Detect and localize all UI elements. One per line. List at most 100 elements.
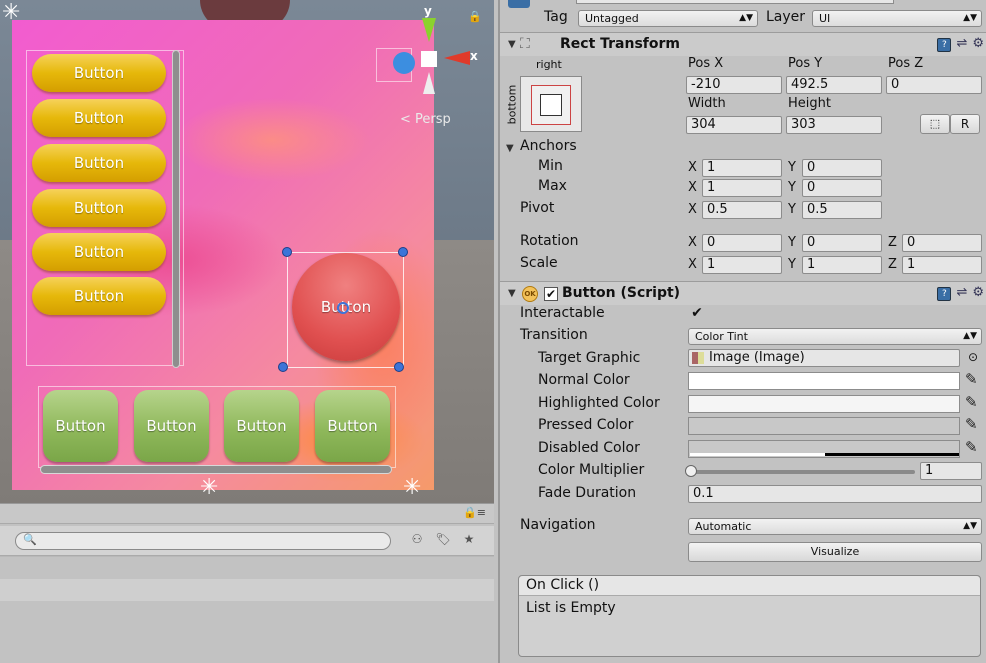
pivot-x-axis-label: X: [688, 202, 697, 217]
transition-dropdown[interactable]: Color Tint ▲▼: [688, 328, 982, 345]
eyedropper-icon[interactable]: ✎: [965, 438, 978, 456]
color-multiplier-slider[interactable]: [685, 465, 915, 477]
pos-x-field[interactable]: -210: [686, 76, 782, 94]
visualize-button[interactable]: Visualize: [688, 542, 982, 562]
gizmo-z-axis-icon[interactable]: [393, 52, 415, 74]
highlighted-color-swatch[interactable]: [688, 395, 960, 413]
fade-duration-field[interactable]: 0.1: [688, 485, 982, 503]
gizmo-x-axis-icon[interactable]: [444, 51, 470, 65]
presets-icon[interactable]: ⇌: [956, 36, 967, 51]
normal-color-swatch[interactable]: [688, 372, 960, 390]
resize-handle-bottom-left[interactable]: [278, 362, 288, 372]
interactable-checkbox[interactable]: ✔: [690, 306, 704, 321]
gameobject-name-field[interactable]: [576, 0, 894, 4]
green-button-3[interactable]: Button: [224, 390, 299, 462]
yellow-button-6[interactable]: Button: [32, 277, 166, 315]
target-graphic-field[interactable]: Image (Image): [688, 349, 960, 367]
rotation-y-field[interactable]: 0: [802, 234, 882, 252]
scene-view[interactable]: Button Button Button Button Button Butto…: [0, 0, 494, 503]
disabled-color-swatch[interactable]: [688, 440, 960, 458]
project-row: [0, 579, 494, 601]
favorite-star-icon[interactable]: ★: [458, 532, 480, 550]
dropdown-arrow-icon: ▲▼: [963, 13, 977, 23]
pivot-y-field[interactable]: 0.5: [802, 201, 882, 219]
resize-handle-bottom-right[interactable]: [394, 362, 404, 372]
navigation-dropdown[interactable]: Automatic ▲▼: [688, 518, 982, 535]
eyedropper-icon[interactable]: ✎: [965, 370, 978, 388]
anchor-preset-v-label: bottom: [505, 84, 519, 125]
horizontal-scrollbar[interactable]: [40, 465, 392, 474]
resize-handle-top-right[interactable]: [398, 247, 408, 257]
eyedropper-icon[interactable]: ✎: [965, 393, 978, 411]
dropdown-arrow-icon: ▲▼: [963, 331, 977, 341]
width-field[interactable]: 304: [686, 116, 782, 134]
height-label: Height: [788, 96, 831, 111]
max-x-field[interactable]: 1: [702, 179, 782, 197]
yellow-button-2[interactable]: Button: [32, 99, 166, 137]
raw-edit-button[interactable]: R: [950, 114, 980, 134]
color-multiplier-field[interactable]: 1: [920, 462, 982, 480]
button-component-icon: OK: [522, 286, 538, 302]
filter-by-type-icon[interactable]: ⚇: [406, 532, 428, 550]
pos-y-field[interactable]: 492.5: [786, 76, 882, 94]
pressed-color-swatch[interactable]: [688, 417, 960, 435]
vertical-scrollbar[interactable]: [172, 50, 180, 368]
pivot-x-field[interactable]: 0.5: [702, 201, 782, 219]
eyedropper-icon[interactable]: ✎: [965, 415, 978, 433]
rect-transform-icon: ⛶: [520, 36, 530, 52]
anchor-presets-button[interactable]: [520, 76, 582, 132]
resize-handle-top-left[interactable]: [282, 247, 292, 257]
yellow-button-4[interactable]: Button: [32, 189, 166, 227]
tag-dropdown[interactable]: Untagged ▲▼: [578, 10, 758, 27]
search-input[interactable]: 🔍: [15, 532, 391, 550]
yellow-button-1[interactable]: Button: [32, 54, 166, 92]
gizmo-center-icon[interactable]: [421, 51, 437, 67]
lock-icon[interactable]: 🔒: [468, 10, 482, 23]
rotation-z-field[interactable]: 0: [902, 234, 982, 252]
gizmo-neg-y-icon[interactable]: [423, 72, 435, 94]
interactable-label: Interactable: [520, 305, 605, 321]
gizmo-y-axis-icon[interactable]: [422, 18, 436, 42]
slider-knob[interactable]: [685, 465, 697, 477]
pivot-handle[interactable]: [337, 302, 349, 314]
object-picker-icon[interactable]: ⊙: [968, 350, 978, 364]
yellow-button-5[interactable]: Button: [32, 233, 166, 271]
green-button-2[interactable]: Button: [134, 390, 209, 462]
gear-icon[interactable]: ⚙: [972, 36, 984, 51]
green-button-4[interactable]: Button: [315, 390, 390, 462]
max-y-field[interactable]: 0: [802, 179, 882, 197]
help-book-icon[interactable]: ?: [937, 287, 952, 301]
filter-by-label-icon[interactable]: 🏷: [432, 532, 454, 550]
gizmo-y-label: y: [424, 4, 432, 18]
highlighted-color-label: Highlighted Color: [538, 395, 660, 411]
min-y-axis-label: Y: [788, 160, 796, 175]
height-field[interactable]: 303: [786, 116, 882, 134]
scale-z-field[interactable]: 1: [902, 256, 982, 274]
gear-icon[interactable]: ⚙: [972, 285, 984, 300]
yellow-button-3[interactable]: Button: [32, 144, 166, 182]
disabled-color-label: Disabled Color: [538, 440, 640, 456]
rect-transform-header[interactable]: ▼ ⛶ Rect Transform ? ⇌ ⚙: [500, 32, 986, 56]
collapse-arrow-icon[interactable]: ▼: [508, 288, 516, 299]
presets-icon[interactable]: ⇌: [956, 285, 967, 300]
scale-x-field[interactable]: 1: [702, 256, 782, 274]
anchors-collapse-arrow-icon[interactable]: ▼: [506, 143, 514, 154]
green-button-1[interactable]: Button: [43, 390, 118, 462]
button-script-header[interactable]: ▼ OK ✔ Button (Script) ? ⇌ ⚙: [500, 281, 986, 305]
pos-z-field[interactable]: 0: [886, 76, 982, 94]
project-body[interactable]: [0, 556, 494, 663]
dropdown-arrow-icon: ▲▼: [963, 521, 977, 531]
scale-y-field[interactable]: 1: [802, 256, 882, 274]
scale-y-axis-label: Y: [788, 257, 796, 272]
persp-label[interactable]: < Persp: [400, 112, 451, 127]
panel-lock-menu-icon[interactable]: 🔒≡: [463, 506, 486, 519]
rotation-x-field[interactable]: 0: [702, 234, 782, 252]
component-enabled-checkbox[interactable]: ✔: [544, 287, 558, 301]
help-book-icon[interactable]: ?: [937, 38, 952, 52]
min-y-field[interactable]: 0: [802, 159, 882, 177]
min-x-field[interactable]: 1: [702, 159, 782, 177]
blueprint-mode-button[interactable]: ⬚: [920, 114, 950, 134]
layer-dropdown[interactable]: UI ▲▼: [812, 10, 982, 27]
dropdown-arrow-icon: ▲▼: [739, 13, 753, 23]
collapse-arrow-icon[interactable]: ▼: [508, 39, 516, 50]
